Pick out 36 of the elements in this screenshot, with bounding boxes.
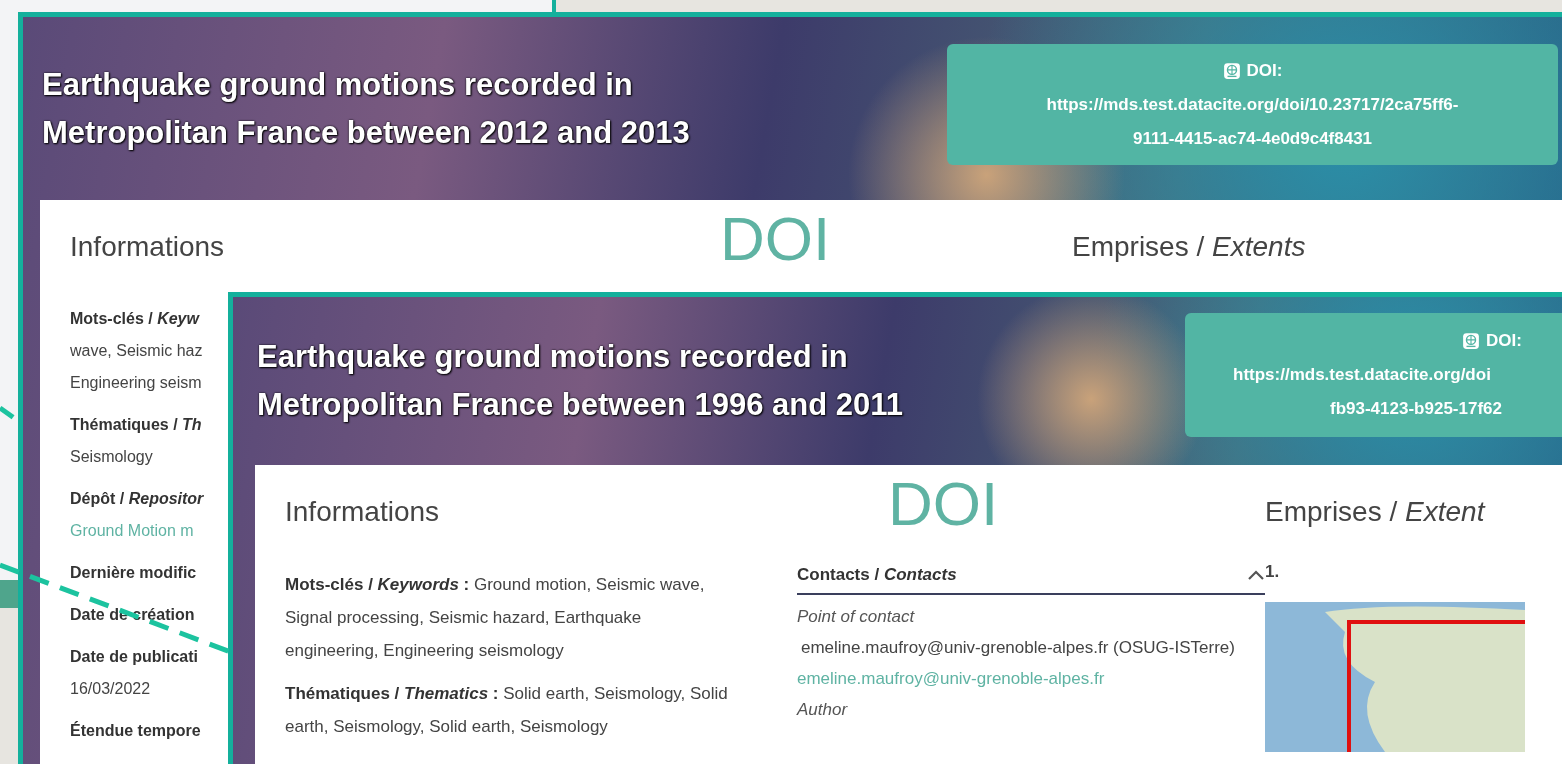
section-heading: Informations <box>285 496 441 528</box>
doi-link[interactable]: 9111-4415-ac74-4e0d9c4f8431 <box>1132 121 1373 156</box>
field-value: Seismology <box>70 447 153 467</box>
section-heading: Informations <box>70 231 226 263</box>
field-label: Mots-clés / Keyw <box>70 309 199 329</box>
doi-caption: DOI <box>887 473 1000 535</box>
contacts-header[interactable]: Contacts / Contacts <box>797 565 1265 595</box>
globe-icon <box>1462 332 1480 350</box>
field-label: Thématiques / Th <box>70 415 202 435</box>
section-heading: Emprises / Extent <box>1265 496 1487 528</box>
doi-caption: DOI <box>720 208 832 270</box>
contact-role: Author <box>797 699 849 721</box>
field-label: Dépôt / Repositor <box>70 489 204 509</box>
doi-link[interactable]: https://mds.test.datacite.org/doi/10.23717/2ca75ff6- <box>1046 87 1459 122</box>
field-text: Thématiques / Thematics : Solid earth, Seismology, Solid earth, Seismology, Solid earth, Seismology <box>285 683 729 738</box>
doi-link[interactable]: fb93-4123-b925-17f62 <box>1330 392 1502 426</box>
chevron-up-icon <box>1247 569 1265 581</box>
field-value: Engineering seism <box>70 373 202 393</box>
dataset-title: Earthquake ground motions recorded in Metropolitan France between 1996 and 2011 <box>257 338 905 424</box>
email-link[interactable]: emeline.maufroy@univ-grenoble-alpes.fr <box>797 663 1265 694</box>
field-value: wave, Seismic haz <box>70 341 203 361</box>
field-label: Dernière modific <box>70 563 197 583</box>
doi-label: DOI: <box>1246 59 1283 82</box>
globe-icon <box>1222 61 1241 80</box>
field-label: Date de publicati <box>70 647 199 667</box>
repository-link[interactable]: Ground Motion m <box>70 515 194 547</box>
section-heading: Emprises / Extents <box>1072 231 1307 263</box>
field-value: 16/03/2022 <box>70 679 151 699</box>
contact-role: Point of contact <box>797 606 916 628</box>
field-label: Étendue tempore <box>70 720 201 741</box>
doi-label: DOI: <box>1486 330 1522 352</box>
dataset-title: Earthquake ground motions recorded in Metropolitan France between 2012 and 2013 <box>42 65 691 152</box>
contact-name: emeline.maufroy@univ-grenoble-alpes.fr (OSUG-ISTerre) <box>800 637 1236 659</box>
extent-number: 1. <box>1265 562 1281 582</box>
doi-link[interactable]: https://mds.test.datacite.org/doi <box>1233 358 1491 392</box>
field-text: Mots-clés / Keywords : Ground motion, Seismic wave, Signal processing, Seismic hazard, Earthquake engineering, Engineering seismology <box>285 574 706 662</box>
